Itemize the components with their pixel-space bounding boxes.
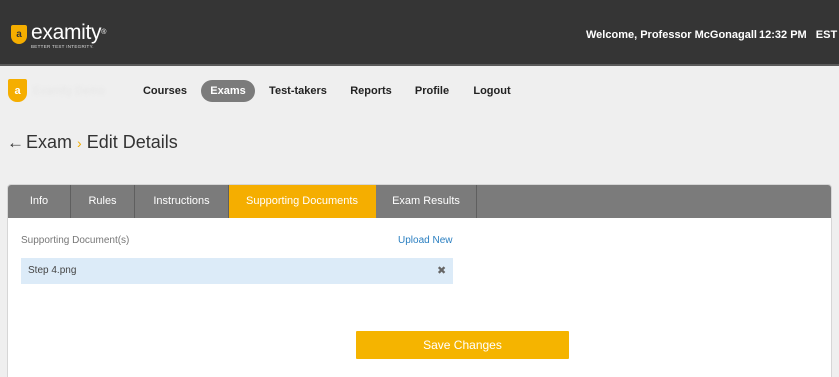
tab-rules[interactable]: Rules xyxy=(71,185,135,218)
examity-logo[interactable]: a examity® BETTER TEST INTEGRITY. xyxy=(11,22,106,49)
page-title: Edit Details xyxy=(86,132,178,152)
supporting-documents-label: Supporting Document(s) xyxy=(21,235,130,246)
clock: 12:32 PM EST xyxy=(759,29,837,41)
nav-item-exams[interactable]: Exams xyxy=(201,80,255,102)
clock-time: 12:32 PM xyxy=(759,29,807,41)
tab-exam-results[interactable]: Exam Results xyxy=(376,185,477,218)
tab-bar: Info Rules Instructions Supporting Docum… xyxy=(8,185,831,218)
nav-item-logout[interactable]: Logout xyxy=(468,80,516,102)
lock-shield-icon: a xyxy=(8,79,27,102)
breadcrumb: ← Exam › Edit Details xyxy=(7,132,178,153)
institution-logo[interactable]: a Examity Demo xyxy=(8,79,105,102)
nav-item-profile[interactable]: Profile xyxy=(409,80,455,102)
tab-instructions[interactable]: Instructions xyxy=(135,185,229,218)
document-list-item: Step 4.png ✖ xyxy=(21,258,453,284)
tab-info[interactable]: Info xyxy=(8,185,71,218)
institution-name: Examity Demo xyxy=(33,84,105,97)
brand-name: examity xyxy=(31,21,102,44)
main-nav: a Examity Demo Courses Exams Test-takers… xyxy=(0,68,839,114)
breadcrumb-parent[interactable]: Exam xyxy=(26,132,72,153)
save-changes-button[interactable]: Save Changes xyxy=(356,331,569,359)
document-file-name: Step 4.png xyxy=(28,265,77,276)
nav-item-test-takers[interactable]: Test-takers xyxy=(265,80,331,102)
tab-supporting-documents[interactable]: Supporting Documents xyxy=(229,185,376,218)
upload-new-link[interactable]: Upload New xyxy=(398,235,452,246)
clock-timezone: EST xyxy=(815,29,838,41)
top-bar: a examity® BETTER TEST INTEGRITY. Welcom… xyxy=(0,0,839,66)
breadcrumb-separator-icon: › xyxy=(77,134,82,151)
exam-details-card: Info Rules Instructions Supporting Docum… xyxy=(7,184,832,377)
nav-item-reports[interactable]: Reports xyxy=(344,80,398,102)
nav-item-courses[interactable]: Courses xyxy=(137,80,193,102)
welcome-message: Welcome, Professor McGonagall xyxy=(586,29,757,41)
lock-shield-icon: a xyxy=(11,25,27,44)
back-arrow-icon[interactable]: ← xyxy=(7,133,24,153)
remove-document-icon[interactable]: ✖ xyxy=(437,264,446,277)
trademark-symbol: ® xyxy=(101,29,107,36)
brand-tagline: BETTER TEST INTEGRITY. xyxy=(31,44,94,49)
